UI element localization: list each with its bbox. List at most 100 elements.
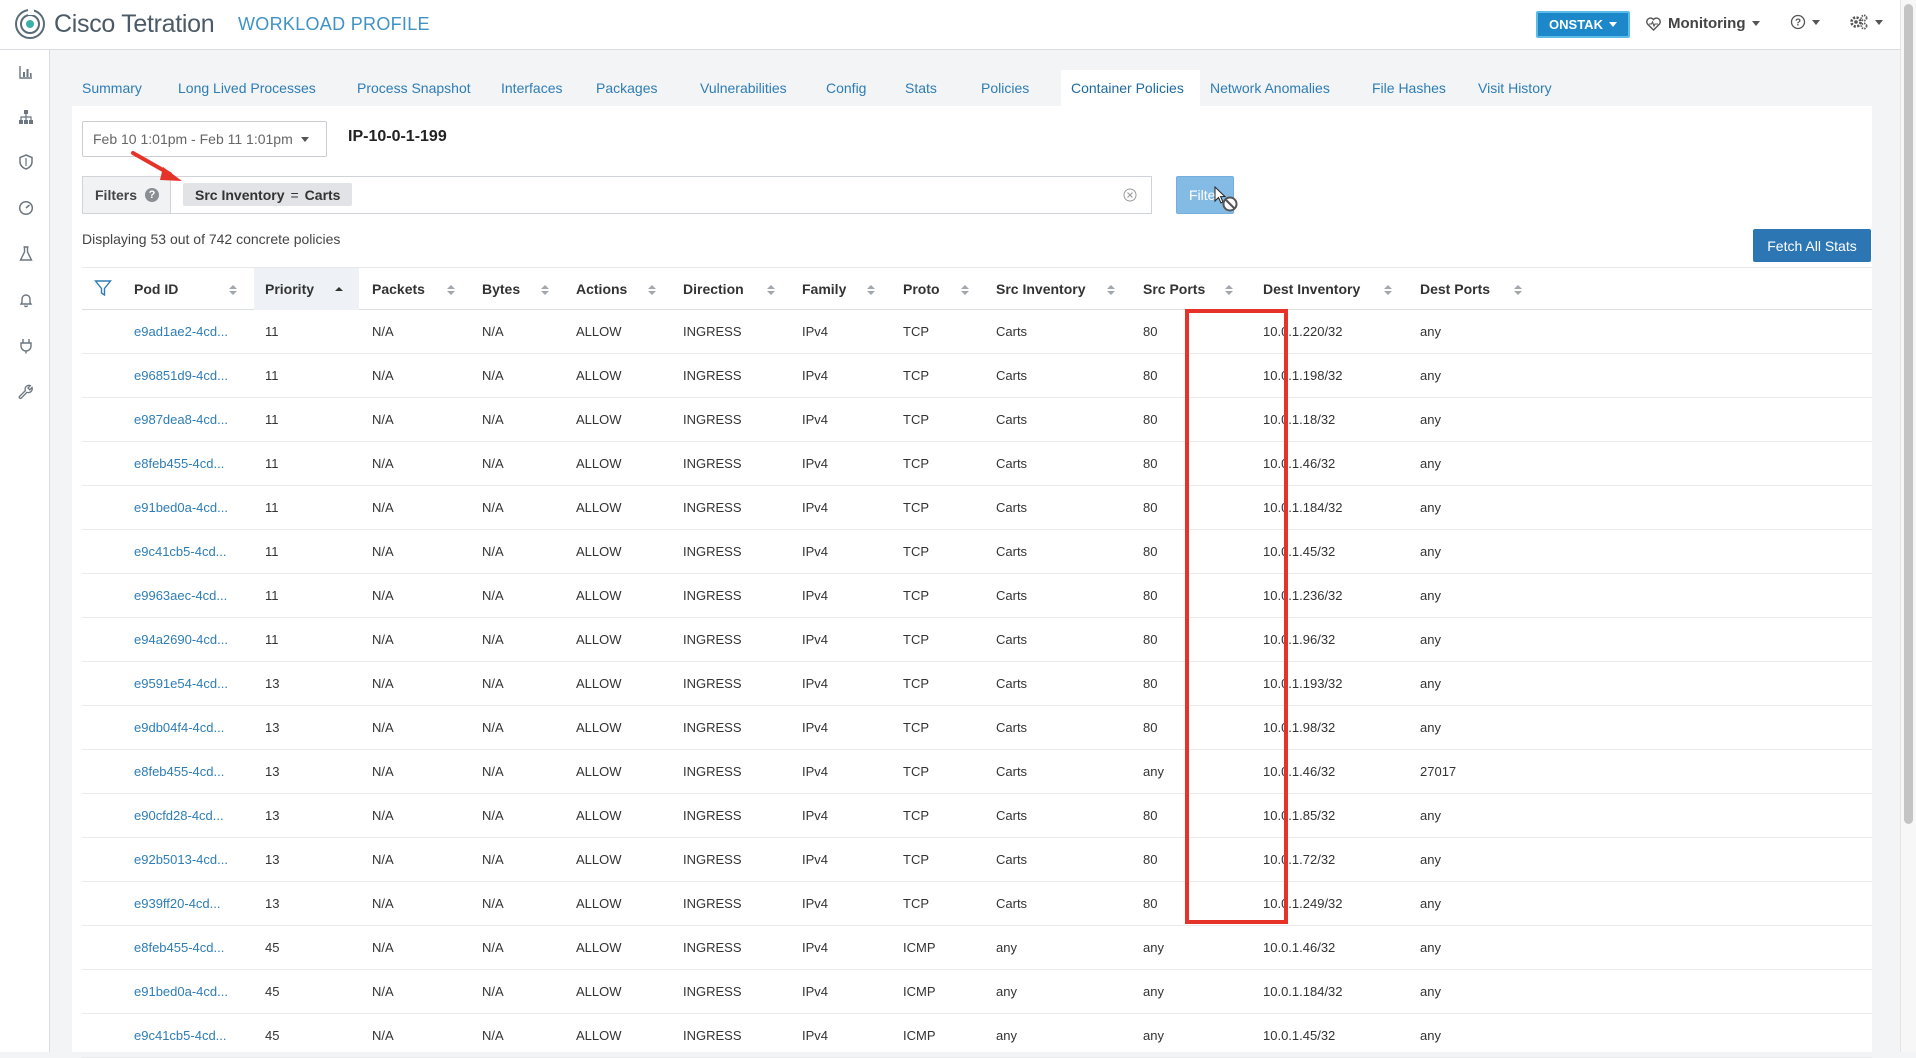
pod-id-link[interactable]: e96851d9-4cd... <box>134 354 228 398</box>
cell-dest-ports: any <box>1420 456 1441 471</box>
tab-visit-history[interactable]: Visit History <box>1468 70 1565 106</box>
settings-menu[interactable] <box>1849 13 1883 31</box>
column-header-actions[interactable]: Actions <box>576 268 627 310</box>
shield-icon[interactable] <box>18 154 34 170</box>
sort-icon[interactable] <box>648 284 656 296</box>
table-row[interactable]: e8feb455-4cd... 13 N/A N/A ALLOW INGRESS IPv4 T… <box>82 750 1872 794</box>
pod-id-link[interactable]: e9c41cb5-4cd... <box>134 530 227 574</box>
clear-filter-icon[interactable] <box>1123 188 1137 202</box>
plug-icon[interactable] <box>18 338 34 354</box>
pod-id-link[interactable]: e8feb455-4cd... <box>134 442 224 486</box>
tab-vulnerabilities[interactable]: Vulnerabilities <box>690 70 816 106</box>
cell-dest-inventory: 10.0.1.46/32 <box>1263 456 1336 471</box>
tab-process-snapshot[interactable]: Process Snapshot <box>347 70 491 106</box>
table-row[interactable]: e8feb455-4cd... 45 N/A N/A ALLOW INGRESS IPv4 I… <box>82 926 1872 970</box>
scrollbar-thumb[interactable] <box>1904 4 1913 824</box>
table-row[interactable]: e987dea8-4cd... 11 N/A N/A ALLOW INGRESS IPv4 T… <box>82 398 1872 442</box>
table-row[interactable]: e9ad1ae2-4cd... 11 N/A N/A ALLOW INGRESS IPv4 T… <box>82 310 1872 354</box>
column-header-priority[interactable]: Priority <box>265 268 314 310</box>
help-menu[interactable]: ? <box>1790 14 1820 30</box>
table-row[interactable]: e92b5013-4cd... 13 N/A N/A ALLOW INGRESS IPv4 T… <box>82 838 1872 882</box>
table-row[interactable]: e9c41cb5-4cd... 45 N/A N/A ALLOW INGRESS IPv4 I… <box>82 1014 1872 1058</box>
pod-id-link[interactable]: e91bed0a-4cd... <box>134 970 228 1014</box>
column-header-family[interactable]: Family <box>802 268 846 310</box>
table-row[interactable]: e90cfd28-4cd... 13 N/A N/A ALLOW INGRESS IPv4 T… <box>82 794 1872 838</box>
table-row[interactable]: e9db04f4-4cd... 13 N/A N/A ALLOW INGRESS IPv4 T… <box>82 706 1872 750</box>
filter-input[interactable]: Src Inventory = Carts <box>171 177 1151 213</box>
tab-summary[interactable]: Summary <box>72 70 168 106</box>
sort-icon[interactable] <box>447 284 455 296</box>
cisco-tetration-logo[interactable]: Cisco Tetration <box>14 8 215 40</box>
tab-packages[interactable]: Packages <box>586 70 690 106</box>
pod-id-link[interactable]: e987dea8-4cd... <box>134 398 228 442</box>
sort-ascending-icon[interactable] <box>335 284 343 296</box>
pod-id-link[interactable]: e91bed0a-4cd... <box>134 486 228 530</box>
tab-stats[interactable]: Stats <box>895 70 971 106</box>
dashboard-icon[interactable] <box>18 200 34 216</box>
sort-icon[interactable] <box>1514 284 1522 296</box>
column-header-bytes[interactable]: Bytes <box>482 268 520 310</box>
fetch-all-stats-button[interactable]: Fetch All Stats <box>1753 229 1871 262</box>
pod-id-link[interactable]: e9db04f4-4cd... <box>134 706 224 750</box>
pod-id-link[interactable]: e9c41cb5-4cd... <box>134 1014 227 1058</box>
column-header-proto[interactable]: Proto <box>903 268 940 310</box>
column-header-src-inventory[interactable]: Src Inventory <box>996 268 1085 310</box>
column-header-direction[interactable]: Direction <box>683 268 744 310</box>
cell-direction: INGRESS <box>683 984 742 999</box>
pod-id-link[interactable]: e939ff20-4cd... <box>134 882 221 926</box>
pod-id-link[interactable]: e90cfd28-4cd... <box>134 794 224 838</box>
cell-direction: INGRESS <box>683 852 742 867</box>
filter-chip[interactable]: Src Inventory = Carts <box>183 183 353 206</box>
tenant-selector-button[interactable]: ONSTAK <box>1536 11 1630 38</box>
pod-id-link[interactable]: e8feb455-4cd... <box>134 750 224 794</box>
help-icon[interactable]: ? <box>145 188 160 202</box>
pod-id-link[interactable]: e8feb455-4cd... <box>134 926 224 970</box>
tab-container-policies[interactable]: Container Policies <box>1061 70 1200 106</box>
page-scrollbar[interactable] <box>1900 0 1916 1052</box>
table-row[interactable]: e9c41cb5-4cd... 11 N/A N/A ALLOW INGRESS IPv4 T… <box>82 530 1872 574</box>
cell-bytes: N/A <box>482 544 504 559</box>
tab-network-anomalies[interactable]: Network Anomalies <box>1200 70 1362 106</box>
hierarchy-icon[interactable] <box>18 109 34 125</box>
table-row[interactable]: e8feb455-4cd... 11 N/A N/A ALLOW INGRESS IPv4 T… <box>82 442 1872 486</box>
table-row[interactable]: e94a2690-4cd... 11 N/A N/A ALLOW INGRESS IPv4 T… <box>82 618 1872 662</box>
column-header-pod-id[interactable]: Pod ID <box>134 268 178 310</box>
table-row[interactable]: e96851d9-4cd... 11 N/A N/A ALLOW INGRESS IPv4 T… <box>82 354 1872 398</box>
tab-policies[interactable]: Policies <box>971 70 1061 106</box>
table-row[interactable]: e9591e54-4cd... 13 N/A N/A ALLOW INGRESS IPv4 T… <box>82 662 1872 706</box>
monitoring-menu[interactable]: Monitoring <box>1646 15 1761 32</box>
tab-long-lived-processes[interactable]: Long Lived Processes <box>168 70 347 106</box>
sort-icon[interactable] <box>867 284 875 296</box>
table-row[interactable]: e91bed0a-4cd... 45 N/A N/A ALLOW INGRESS IPv4 I… <box>82 970 1872 1014</box>
sort-icon[interactable] <box>961 284 969 296</box>
sort-icon[interactable] <box>1107 284 1115 296</box>
column-filter-icon[interactable] <box>94 279 112 297</box>
column-header-dest-ports[interactable]: Dest Ports <box>1420 268 1490 310</box>
pod-id-link[interactable]: e9963aec-4cd... <box>134 574 227 618</box>
top-header: Cisco Tetration WORKLOAD PROFILE ONSTAK … <box>0 0 1916 50</box>
tab-file-hashes[interactable]: File Hashes <box>1362 70 1468 106</box>
tab-config[interactable]: Config <box>816 70 895 106</box>
table-row[interactable]: e91bed0a-4cd... 11 N/A N/A ALLOW INGRESS IPv4 T… <box>82 486 1872 530</box>
sort-icon[interactable] <box>541 284 549 296</box>
date-range-picker[interactable]: Feb 10 1:01pm - Feb 11 1:01pm <box>82 121 327 157</box>
cell-actions: ALLOW <box>576 412 622 427</box>
pod-id-link[interactable]: e9591e54-4cd... <box>134 662 228 706</box>
table-row[interactable]: e9963aec-4cd... 11 N/A N/A ALLOW INGRESS IPv4 T… <box>82 574 1872 618</box>
column-header-src-ports[interactable]: Src Ports <box>1143 268 1205 310</box>
flask-icon[interactable] <box>18 246 34 262</box>
pod-id-link[interactable]: e94a2690-4cd... <box>134 618 228 662</box>
tab-interfaces[interactable]: Interfaces <box>491 70 586 106</box>
sort-icon[interactable] <box>767 284 775 296</box>
sort-icon[interactable] <box>1384 284 1392 296</box>
bar-chart-icon[interactable] <box>18 64 34 80</box>
column-header-dest-inventory[interactable]: Dest Inventory <box>1263 268 1360 310</box>
pod-id-link[interactable]: e92b5013-4cd... <box>134 838 228 882</box>
bell-icon[interactable] <box>18 292 34 308</box>
column-header-packets[interactable]: Packets <box>372 268 425 310</box>
wrench-icon[interactable] <box>18 384 34 400</box>
sort-icon[interactable] <box>1225 284 1233 296</box>
table-row[interactable]: e939ff20-4cd... 13 N/A N/A ALLOW INGRESS IPv4 T… <box>82 882 1872 926</box>
pod-id-link[interactable]: e9ad1ae2-4cd... <box>134 310 228 354</box>
sort-icon[interactable] <box>229 284 237 296</box>
